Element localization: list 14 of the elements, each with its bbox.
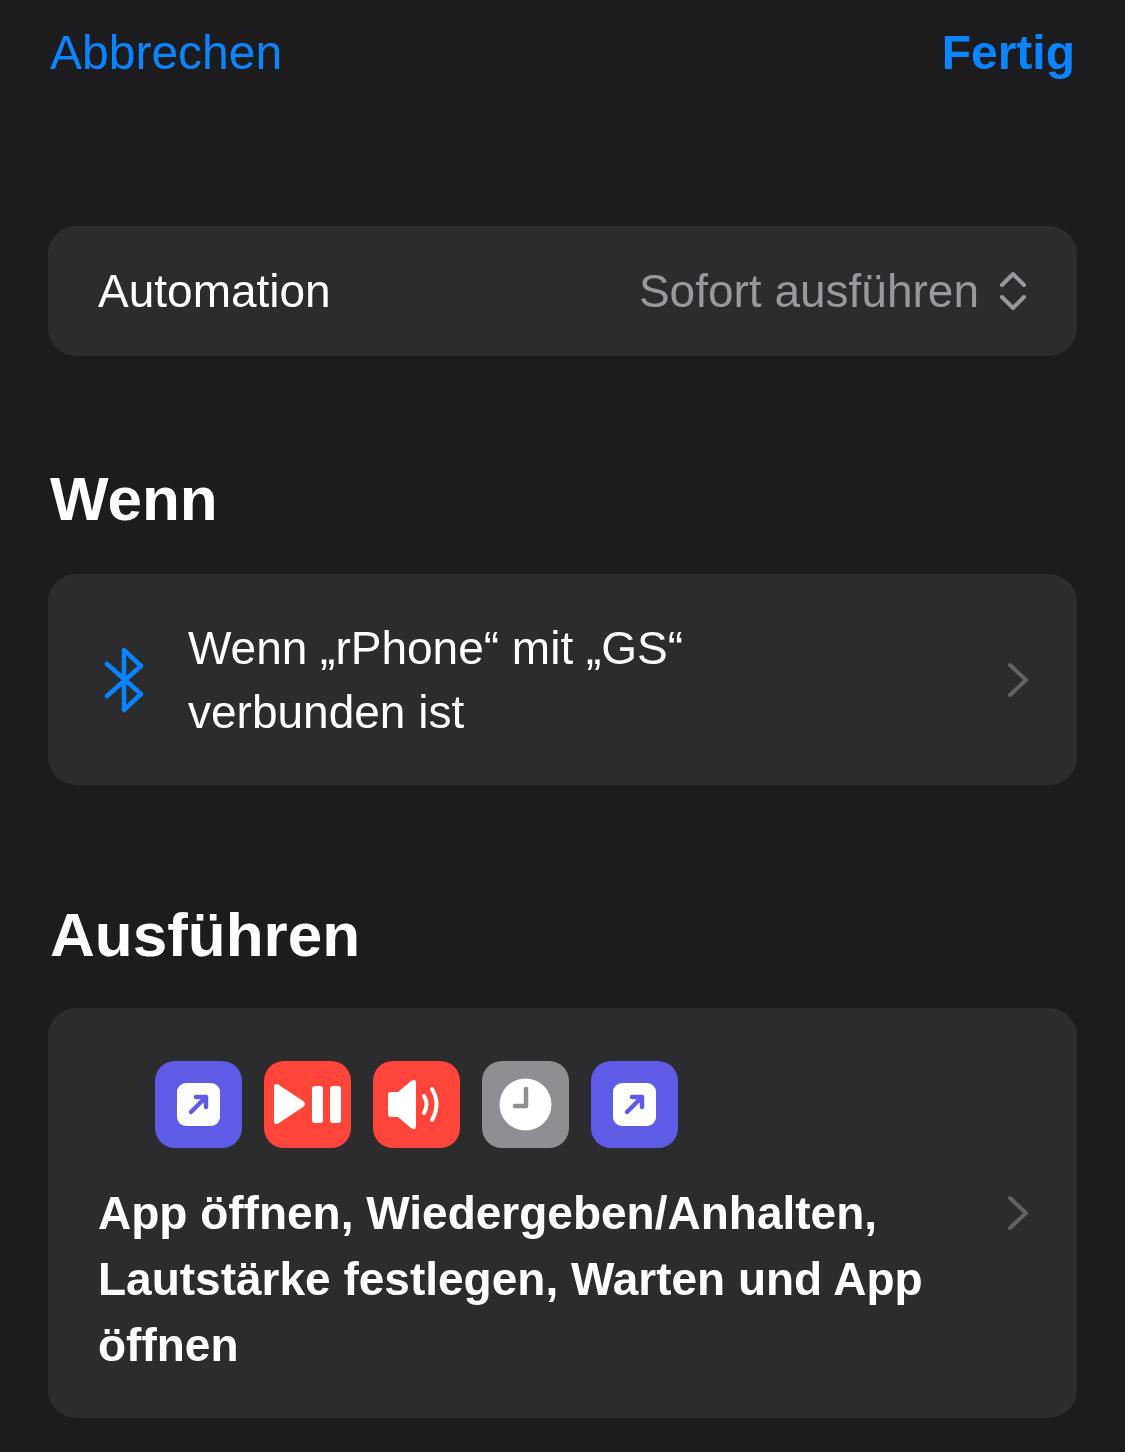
actions-row[interactable]: App öffnen, Wiedergeben/Anhalten, Lautstärke festlegen, Warten und App öffnen (48, 1008, 1077, 1418)
section-heading: Wenn (50, 464, 218, 534)
bluetooth-icon (104, 645, 146, 714)
section-heading: Ausführen (50, 900, 360, 970)
chevron-right-icon (1007, 1195, 1029, 1231)
run-mode-selector[interactable]: Sofort ausführen (638, 264, 1027, 318)
automation-label: Automation (98, 264, 331, 318)
up-down-chevron-icon (999, 271, 1027, 311)
chevron-right-icon (1007, 661, 1029, 698)
actions-summary: App öffnen, Wiedergeben/Anhalten, Lautstärke festlegen, Warten und App öffnen (98, 1186, 924, 1373)
cancel-button[interactable]: Abbrechen (50, 24, 283, 82)
trigger-row[interactable]: Wenn „rPhone“ mit „GS“ verbunden ist (48, 574, 1077, 785)
trigger-text: Wenn „rPhone“ mit „GS“ verbunden ist (188, 620, 685, 740)
done-button[interactable]: Fertig (941, 24, 1075, 82)
